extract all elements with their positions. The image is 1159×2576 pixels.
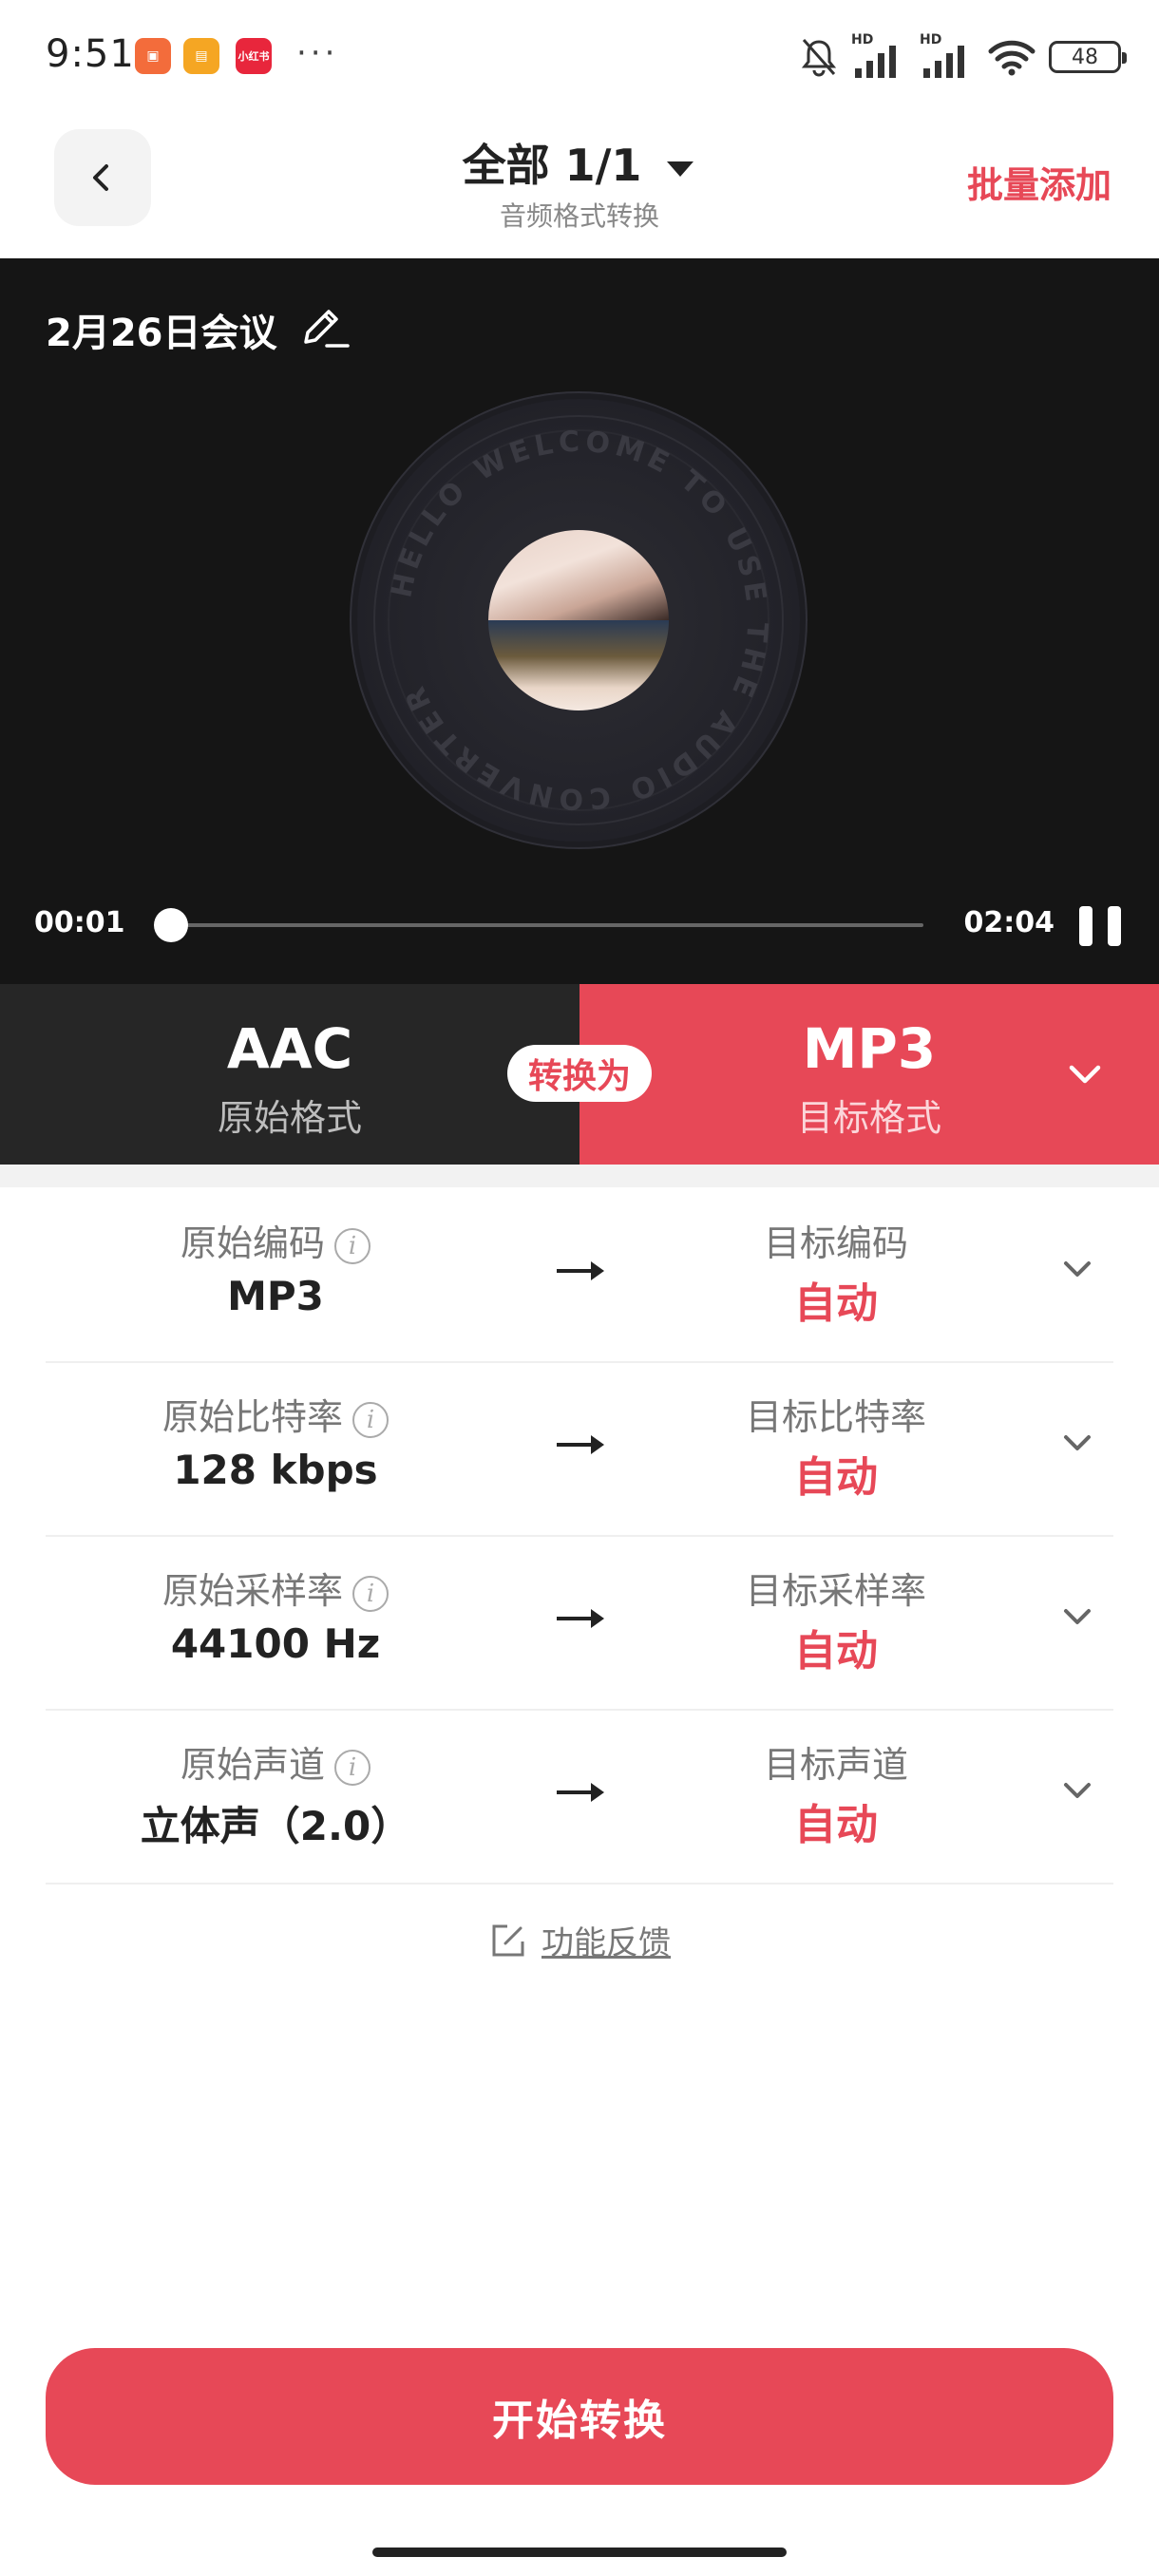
source-format-label: 原始格式 [217, 1097, 362, 1139]
chevron-down-icon[interactable] [1056, 1422, 1098, 1464]
param-row[interactable]: 原始声道 i 立体声（2.0） 目标声道自动 [46, 1709, 1113, 1885]
progress-handle[interactable] [154, 908, 189, 942]
batch-add-button[interactable]: 批量添加 [967, 156, 1112, 208]
status-time: 9:51 [46, 32, 135, 76]
caret-down-icon [667, 161, 694, 177]
chevron-down-icon[interactable] [1056, 1596, 1098, 1638]
source-param-value: 44100 Hz [170, 1620, 381, 1667]
album-disc: HELLO WELCOME TO USE THE AUDIO CONVERTER [357, 399, 800, 842]
file-name: 2月26日会议 [46, 312, 277, 355]
source-param-label: 原始比特率 i [46, 1388, 505, 1440]
audio-player: 2月26日会议 HELLO WELCOME TO USE THE AUDIO C… [0, 258, 1159, 984]
wifi-icon [988, 40, 1036, 76]
chevron-down-icon[interactable] [1056, 1248, 1098, 1290]
target-param-value: 自动 [794, 1279, 878, 1328]
edit-name-icon[interactable] [300, 304, 353, 351]
more-notifications-icon: ··· [296, 34, 339, 72]
signal-1-icon: HD [851, 32, 906, 78]
divider [0, 1165, 1159, 1187]
param-row[interactable]: 原始编码 i MP3 目标编码自动 [46, 1187, 1113, 1363]
target-param-value: 自动 [794, 1453, 878, 1502]
source-format-name: AAC [226, 1016, 353, 1081]
source-param-label: 原始编码 i [46, 1214, 505, 1266]
feedback-link[interactable]: 功能反馈 [0, 1917, 1159, 1963]
format-bar: AAC 原始格式 MP3 目标格式 转换为 [0, 984, 1159, 1165]
source-param-value: MP3 [227, 1273, 324, 1319]
album-cover-image [488, 530, 669, 710]
bell-muted-icon [801, 39, 837, 77]
target-param-label: 目标采样率 [745, 1570, 926, 1612]
chevron-down-icon[interactable] [1056, 1770, 1098, 1811]
convert-to-badge: 转换为 [507, 1045, 652, 1102]
target-param-label: 目标编码 [763, 1222, 908, 1264]
param-row[interactable]: 原始比特率 i 128 kbps 目标比特率自动 [46, 1361, 1113, 1537]
target-format-label: 目标格式 [796, 1097, 941, 1139]
arrow-right-icon [557, 1609, 604, 1628]
app-notification-icon: ▣ [135, 38, 171, 74]
source-param-value: 128 kbps [173, 1447, 378, 1493]
target-param-value: 自动 [794, 1627, 878, 1676]
pause-button[interactable] [1079, 906, 1123, 946]
status-bar: 9:51 ▣ ▤ 小红书 ··· HD HD 48 [0, 0, 1159, 112]
battery-icon: 48 [1049, 41, 1127, 73]
arrow-right-icon [557, 1783, 604, 1802]
signal-2-icon: HD [920, 32, 975, 78]
arrow-right-icon [557, 1435, 604, 1454]
progress-track[interactable] [165, 923, 923, 927]
page-title: 全部 1/1 [462, 140, 642, 191]
source-param-label: 原始采样率 i [46, 1562, 505, 1614]
info-icon[interactable]: i [352, 1575, 389, 1612]
target-param-label: 目标声道 [763, 1744, 908, 1786]
message-notification-icon: ▤ [183, 38, 219, 74]
status-indicators: HD HD 48 [800, 32, 1127, 80]
feedback-label: 功能反馈 [542, 1924, 671, 1962]
chevron-down-icon [1069, 1065, 1101, 1084]
xiaohongshu-notification-icon: 小红书 [236, 38, 272, 74]
pause-icon [1079, 906, 1092, 946]
feedback-edit-icon [492, 1924, 524, 1956]
info-icon[interactable]: i [334, 1749, 370, 1786]
source-param-value: 立体声（2.0） [140, 1803, 411, 1849]
info-icon[interactable]: i [352, 1401, 389, 1438]
info-icon[interactable]: i [334, 1227, 370, 1264]
home-indicator[interactable] [372, 2548, 787, 2557]
target-format-selector[interactable]: MP3 目标格式 [580, 984, 1159, 1165]
source-param-label: 原始声道 i [46, 1735, 505, 1788]
current-time: 00:01 [34, 906, 125, 939]
param-row[interactable]: 原始采样率 i 44100 Hz 目标采样率自动 [46, 1535, 1113, 1711]
arrow-right-icon [557, 1261, 604, 1280]
source-format-panel: AAC 原始格式 [0, 984, 580, 1165]
total-time: 02:04 [963, 906, 1055, 939]
start-convert-button[interactable]: 开始转换 [46, 2348, 1113, 2485]
target-param-value: 自动 [794, 1801, 878, 1849]
target-param-label: 目标比特率 [745, 1396, 926, 1438]
